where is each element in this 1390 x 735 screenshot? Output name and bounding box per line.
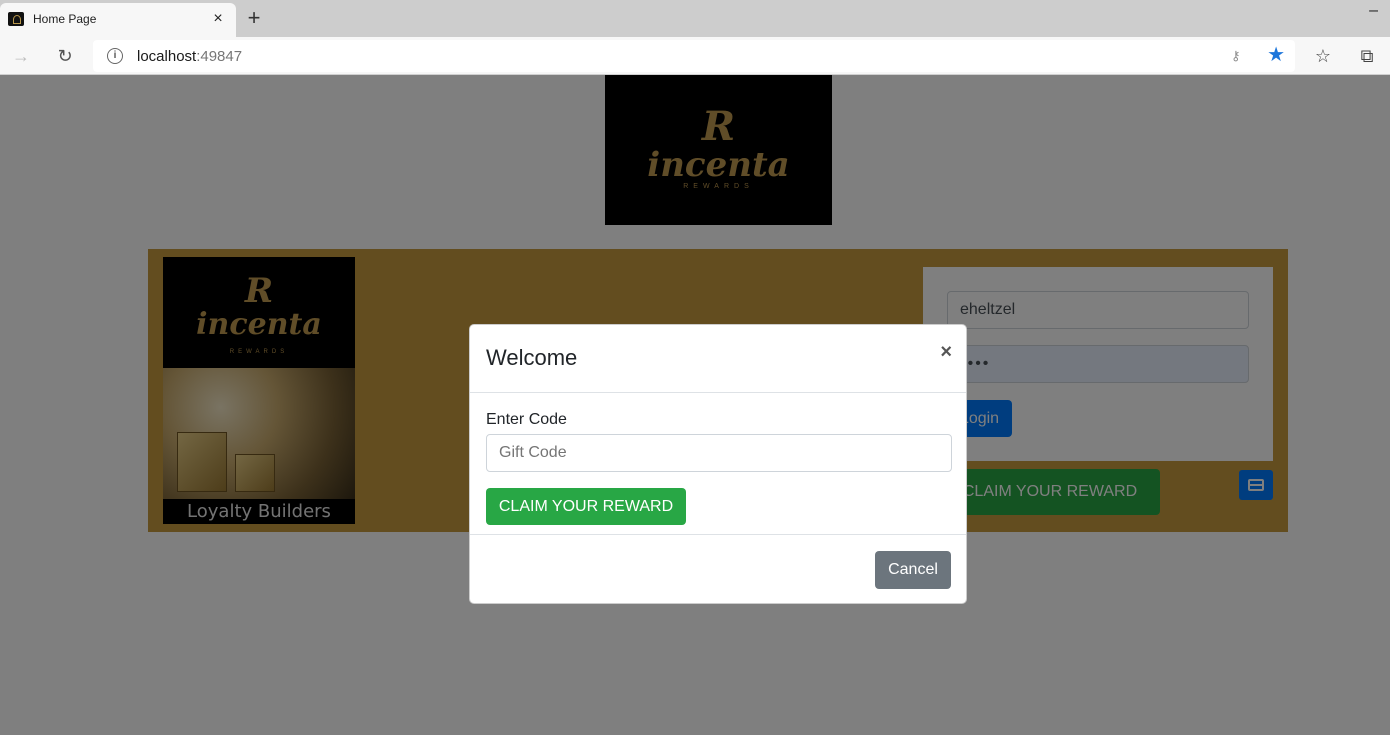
browser-tab-bar: Home Page × + –: [0, 0, 1390, 37]
gift-code-input[interactable]: [486, 434, 952, 472]
star-icon[interactable]: ★: [1267, 44, 1285, 66]
enter-code-label: Enter Code: [486, 411, 567, 428]
tab-title: Home Page: [33, 12, 97, 26]
collections-icon[interactable]: ⧉: [1355, 44, 1379, 68]
url-text: localhost:49847: [137, 48, 243, 65]
new-tab-button[interactable]: +: [243, 6, 265, 30]
modal-footer: Cancel: [470, 534, 966, 603]
modal-header: Welcome ×: [470, 325, 966, 393]
key-icon[interactable]: ⚷: [1231, 48, 1247, 64]
browser-tab[interactable]: Home Page ×: [0, 3, 236, 37]
cancel-button[interactable]: Cancel: [875, 551, 951, 589]
welcome-modal: Welcome × Enter Code CLAIM YOUR REWARD C…: [469, 324, 967, 604]
tab-close-icon[interactable]: ×: [208, 9, 228, 29]
close-icon[interactable]: ×: [940, 342, 952, 362]
info-icon[interactable]: i: [107, 48, 123, 64]
favorites-list-icon[interactable]: ☆: [1311, 44, 1335, 68]
reload-icon[interactable]: ↻: [52, 43, 78, 69]
modal-body: Enter Code CLAIM YOUR REWARD: [470, 394, 966, 534]
minimize-button[interactable]: –: [1369, 2, 1378, 20]
site-favicon-icon: [8, 12, 24, 26]
modal-title: Welcome: [486, 345, 578, 370]
browser-toolbar: → ↻ i localhost:49847 ⚷ ★ ☆ ⧉: [0, 37, 1390, 75]
claim-reward-button[interactable]: CLAIM YOUR REWARD: [486, 488, 686, 525]
address-bar[interactable]: i localhost:49847 ⚷ ★: [93, 40, 1295, 72]
back-arrow-icon[interactable]: →: [8, 43, 34, 69]
